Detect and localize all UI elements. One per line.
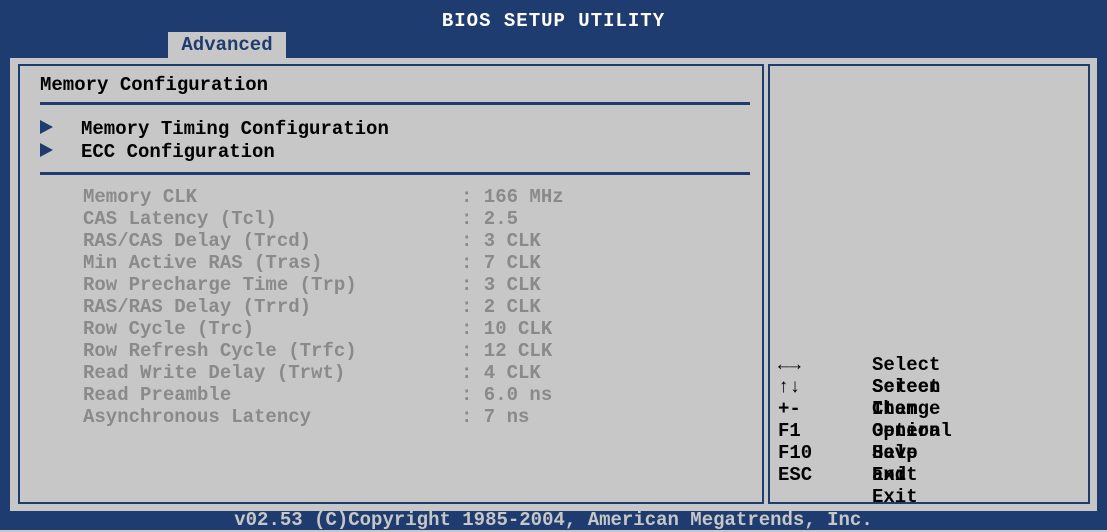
divider-top	[40, 102, 750, 105]
submenu-arrow-icon	[40, 142, 53, 157]
info-label: Min Active RAS (Tras)	[83, 252, 323, 274]
info-label: Read Write Delay (Trwt)	[83, 362, 346, 384]
help-key: ESC	[778, 464, 813, 486]
submenu-arrow-icon	[40, 119, 53, 134]
info-value: : 3 CLK	[461, 274, 541, 296]
submenu-memory-timing[interactable]: Memory Timing Configuration	[40, 118, 389, 140]
info-value: : 6.0 ns	[461, 384, 553, 406]
app-title: BIOS SETUP UTILITY	[441, 10, 666, 32]
info-row-row-precharge: Row Precharge Time (Trp) : 3 CLK	[83, 274, 541, 296]
frame-right	[1097, 58, 1107, 511]
info-value: : 7 ns	[461, 406, 530, 428]
frame-left	[0, 58, 10, 511]
help-key: F1	[778, 420, 801, 442]
info-label: Row Refresh Cycle (Trfc)	[83, 340, 357, 362]
info-row-min-active-ras: Min Active RAS (Tras) : 7 CLK	[83, 252, 541, 274]
info-row-ras-ras-delay: RAS/RAS Delay (Trrd) : 2 CLK	[83, 296, 541, 318]
info-row-row-refresh: Row Refresh Cycle (Trfc) : 12 CLK	[83, 340, 552, 362]
info-value: : 2 CLK	[461, 296, 541, 318]
info-value: : 7 CLK	[461, 252, 541, 274]
submenu-ecc[interactable]: ECC Configuration	[40, 141, 275, 163]
info-value: : 12 CLK	[461, 340, 553, 362]
info-label: Memory CLK	[83, 186, 198, 208]
info-value: : 166 MHz	[461, 186, 564, 208]
info-row-read-write-delay: Read Write Delay (Trwt) : 4 CLK	[83, 362, 541, 384]
info-row-async-latency: Asynchronous Latency : 7 ns	[83, 406, 529, 428]
info-row-ras-cas-delay: RAS/CAS Delay (Trcd) : 3 CLK	[83, 230, 541, 252]
tab-advanced[interactable]: Advanced	[168, 32, 286, 58]
help-desc: Exit	[872, 464, 918, 486]
info-label: Row Cycle (Trc)	[83, 318, 255, 340]
info-value: : 4 CLK	[461, 362, 541, 384]
help-key: +-	[778, 398, 801, 420]
arrows-up-down-icon: ↑↓	[778, 376, 801, 398]
info-label: RAS/RAS Delay (Trrd)	[83, 296, 312, 318]
submenu-label: ECC Configuration	[81, 141, 275, 163]
info-label: Row Precharge Time (Trp)	[83, 274, 357, 296]
arrows-left-right-icon: ←→	[778, 354, 801, 376]
info-value: : 3 CLK	[461, 230, 541, 252]
submenu-label: Memory Timing Configuration	[81, 118, 389, 140]
info-label: Read Preamble	[83, 384, 232, 406]
info-value: : 10 CLK	[461, 318, 553, 340]
info-value: : 2.5	[461, 208, 519, 230]
info-row-read-preamble: Read Preamble : 6.0 ns	[83, 384, 552, 406]
info-row-cas-latency: CAS Latency (Tcl) : 2.5	[83, 208, 518, 230]
divider-bottom	[40, 172, 750, 175]
copyright-footer: v02.53 (C)Copyright 1985-2004, American …	[234, 509, 873, 531]
info-label: RAS/CAS Delay (Trcd)	[83, 230, 312, 252]
info-label: Asynchronous Latency	[83, 406, 312, 428]
info-row-row-cycle: Row Cycle (Trc) : 10 CLK	[83, 318, 552, 340]
help-key: F10	[778, 442, 813, 464]
section-title: Memory Configuration	[40, 74, 269, 96]
info-row-memory-clk: Memory CLK : 166 MHz	[83, 186, 564, 208]
info-label: CAS Latency (Tcl)	[83, 208, 277, 230]
